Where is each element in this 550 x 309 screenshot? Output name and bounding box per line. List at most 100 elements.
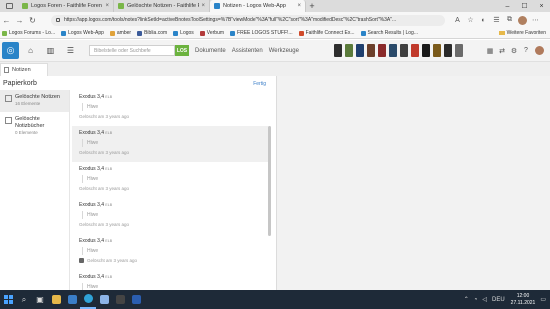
book-cover-icon[interactable] xyxy=(455,44,463,57)
book-cover-icon[interactable] xyxy=(422,44,430,57)
settings-icon[interactable]: ⚙ xyxy=(508,44,520,57)
nav-documents[interactable]: Dokumente xyxy=(195,48,226,54)
bookmark-item[interactable]: Logos Forums - Lo... xyxy=(2,30,55,36)
file-explorer-icon[interactable] xyxy=(48,290,64,309)
address-input[interactable]: https://app.logos.com/tools/notes?linkSe… xyxy=(51,14,445,26)
extension-icon[interactable]: ◐ xyxy=(477,14,490,27)
other-favorites[interactable]: Weitere Favoriten xyxy=(498,30,546,36)
deleted-note-item[interactable]: Exodus 3,4 ELB Hiwe Gelöscht am 3 years ag… xyxy=(72,198,268,234)
deleted-note-item[interactable]: Exodus 3,4 ELB Hiwe Gelöscht am 3 years ag… xyxy=(72,162,268,198)
book-cover-icon[interactable] xyxy=(356,44,364,57)
restore-icon[interactable] xyxy=(79,258,84,263)
bookmark-item[interactable]: Faithlife Connect Ex... xyxy=(298,30,355,36)
deleted-note-item[interactable]: Exodus 3,4 ELB Hiwe xyxy=(72,270,268,290)
bookmark-label: FREE LOGOS STUFF!... xyxy=(237,30,293,36)
sidebar-item-deleted-notebooks[interactable]: Gelöschte Notizbücher 0 Elemente xyxy=(0,112,69,135)
book-cover-icon[interactable] xyxy=(411,44,419,57)
bookmark-item[interactable]: Logos Web-App xyxy=(61,30,104,36)
volume-icon[interactable]: ◁ xyxy=(482,296,487,303)
more-menu-icon[interactable]: ⋯ xyxy=(529,14,542,27)
bookmark-item[interactable]: Search Results | Log... xyxy=(360,30,418,36)
book-cover-icon[interactable] xyxy=(433,44,441,57)
book-cover-icon[interactable] xyxy=(334,44,342,57)
search-icon[interactable]: ⌕ xyxy=(16,290,32,309)
collections-icon[interactable]: ⧉ xyxy=(503,14,516,27)
network-icon[interactable]: ◔ xyxy=(474,297,478,303)
note-reference[interactable]: Exodus 3,4 ELB xyxy=(79,274,264,280)
logos-search-input[interactable]: Bibelstelle oder Suchbefe xyxy=(89,45,175,56)
note-meta: Gelöscht am 3 years ago xyxy=(79,114,264,119)
bookmark-item[interactable]: Biblia.com xyxy=(137,30,167,36)
maximize-icon[interactable]: ☐ xyxy=(516,0,533,12)
sync-icon[interactable]: ⇄ xyxy=(496,44,508,57)
start-button[interactable] xyxy=(0,290,16,309)
word-icon[interactable] xyxy=(128,290,144,309)
back-button[interactable]: ← xyxy=(0,12,13,28)
note-reference[interactable]: Exodus 3,4 ELB xyxy=(79,94,264,100)
book-cover-icon[interactable] xyxy=(378,44,386,57)
list-scrollbar[interactable] xyxy=(268,126,271,236)
reload-button[interactable]: ↻ xyxy=(26,12,39,28)
bookmark-item[interactable]: Logos xyxy=(173,30,194,36)
bookmark-favicon-icon xyxy=(61,30,67,36)
user-avatar[interactable] xyxy=(535,46,544,55)
home-icon[interactable]: ⌂ xyxy=(22,42,39,59)
browser-tab-notes-web-app[interactable]: Notizen - Logos Web-App × xyxy=(210,0,306,12)
favorites-list-icon[interactable]: ☰ xyxy=(490,14,503,27)
panel-title: Papierkorb xyxy=(3,80,37,87)
new-tab-button[interactable]: + xyxy=(306,0,318,12)
clock[interactable]: 12:00 27.11.2021 xyxy=(511,293,536,307)
deleted-note-item[interactable]: Exodus 3,4 ELB Hiwe Gelöscht am 3 years ag… xyxy=(72,126,268,162)
book-cover-icon[interactable] xyxy=(444,44,452,57)
book-cover-icon[interactable] xyxy=(345,44,353,57)
favorites-bar: Logos Forums - Lo... Logos Web-App amber… xyxy=(0,28,550,39)
tab-actions-menu[interactable] xyxy=(0,0,18,12)
bookmark-item[interactable]: amber xyxy=(109,30,131,36)
book-cover-icon[interactable] xyxy=(389,44,397,57)
library-icon[interactable]: ▥ xyxy=(42,42,59,59)
logos-app-icon[interactable] xyxy=(112,290,128,309)
search-go-button[interactable]: LOS xyxy=(175,45,189,56)
edge-icon[interactable] xyxy=(80,290,96,309)
task-view-icon[interactable]: ▣ xyxy=(32,290,48,309)
layouts-icon[interactable]: ▦ xyxy=(484,44,496,57)
nav-guides[interactable]: Assistenten xyxy=(232,48,263,54)
windows-taskbar: ⌕ ▣ ⌃ ◔ ◁ DEU 12:00 27.11.2021 ▭ xyxy=(0,290,550,309)
bookmark-item[interactable]: FREE LOGOS STUFF!... xyxy=(230,30,293,36)
close-window-icon[interactable]: × xyxy=(533,0,550,12)
note-reference[interactable]: Exodus 3,4 ELB xyxy=(79,130,264,136)
read-aloud-icon[interactable]: A xyxy=(451,14,464,27)
tab-notes[interactable]: Notizen xyxy=(0,63,48,76)
notifications-icon[interactable]: ▭ xyxy=(540,296,546,303)
note-reference[interactable]: Exodus 3,4 ELB xyxy=(79,166,264,172)
chevron-up-icon[interactable]: ⌃ xyxy=(464,296,469,303)
note-reference[interactable]: Exodus 3,4 ELB xyxy=(79,238,264,244)
close-tab-icon[interactable]: × xyxy=(297,3,301,9)
language-indicator[interactable]: DEU xyxy=(492,297,505,303)
sidebar-item-deleted-notes[interactable]: Gelöschte Notizen 16 Elemente xyxy=(0,90,69,112)
nav-tools[interactable]: Werkzeuge xyxy=(269,48,299,54)
deleted-note-item[interactable]: Exodus 3,4 ELB Hiwe Gelöscht am 3 years ag… xyxy=(72,90,268,126)
logos-logo-icon[interactable]: ◎ xyxy=(2,42,19,59)
profile-avatar[interactable] xyxy=(518,15,527,25)
browser-tab-deleted-notes[interactable]: Gelöschte Notizen - Faithlife Fo... × xyxy=(114,0,210,12)
mail-icon[interactable] xyxy=(96,290,112,309)
note-content: Hiwe xyxy=(82,283,264,290)
done-button[interactable]: Fertig xyxy=(253,81,266,87)
close-tab-icon[interactable]: × xyxy=(201,3,205,9)
note-meta: Gelöscht am 3 years ago xyxy=(79,258,264,263)
menu-icon[interactable]: ☰ xyxy=(62,42,79,59)
close-tab-icon[interactable]: × xyxy=(105,3,109,9)
book-cover-icon[interactable] xyxy=(400,44,408,57)
note-reference[interactable]: Exodus 3,4 ELB xyxy=(79,202,264,208)
minimize-icon[interactable]: – xyxy=(499,0,516,12)
browser-tab-logos-forum[interactable]: Logos Foren - Faithlife Foren × xyxy=(18,0,114,12)
tab-actions-icon xyxy=(5,3,13,9)
store-icon[interactable] xyxy=(64,290,80,309)
book-cover-icon[interactable] xyxy=(367,44,375,57)
favorite-star-icon[interactable]: ☆ xyxy=(464,14,477,27)
bookmark-item[interactable]: Verbum xyxy=(199,30,224,36)
help-icon[interactable]: ? xyxy=(520,44,532,57)
deleted-note-item[interactable]: Exodus 3,4 ELB Hiwe Gelöscht am 3 years ag… xyxy=(72,234,268,270)
forward-button[interactable]: → xyxy=(13,12,26,28)
